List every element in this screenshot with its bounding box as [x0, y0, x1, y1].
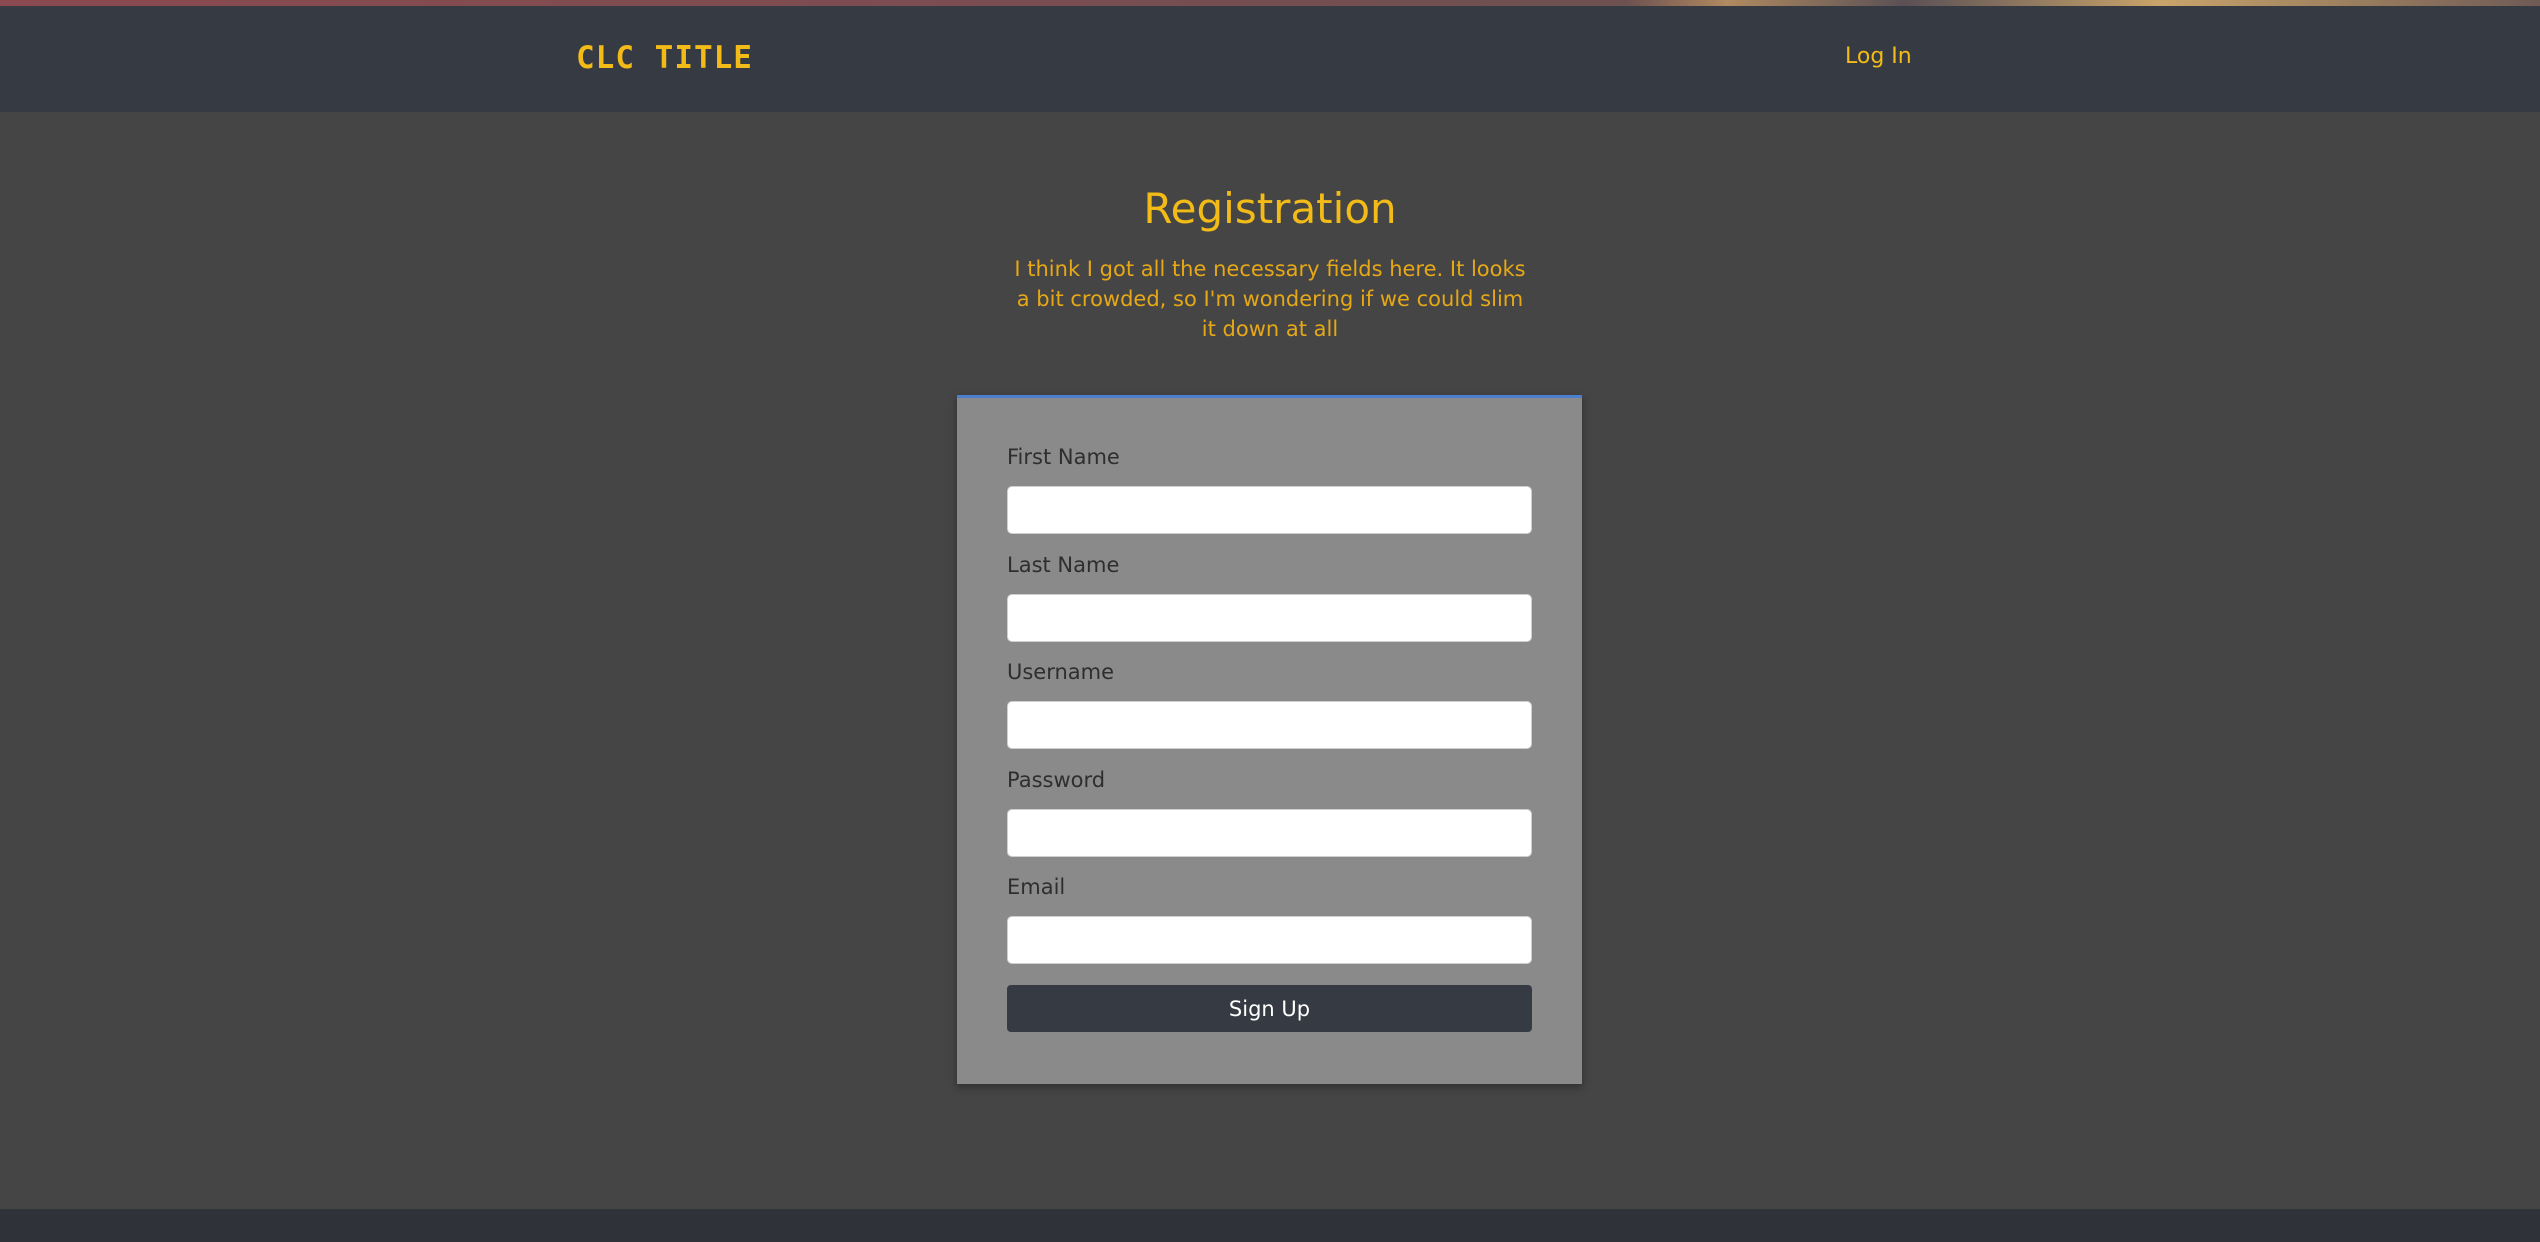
- brand-logo[interactable]: CLC TITLE: [576, 40, 753, 76]
- registration-form: First Name Last Name Username Password E…: [957, 395, 1582, 1084]
- last-name-label: Last Name: [1007, 553, 1120, 577]
- email-field[interactable]: [1007, 916, 1532, 964]
- email-label: Email: [1007, 875, 1066, 899]
- sign-up-button[interactable]: Sign Up: [1007, 985, 1532, 1032]
- main-content: Registration I think I got all the neces…: [0, 112, 2540, 1209]
- footer: [0, 1209, 2540, 1242]
- page-title: Registration: [1143, 184, 1397, 233]
- password-label: Password: [1007, 768, 1106, 792]
- username-field[interactable]: [1007, 701, 1532, 749]
- username-label: Username: [1007, 660, 1115, 684]
- first-name-field[interactable]: [1007, 486, 1532, 534]
- page-subtitle: I think I got all the necessary fields h…: [1014, 257, 1526, 341]
- navbar: CLC TITLE Log In: [0, 6, 2540, 112]
- login-link[interactable]: Log In: [1845, 44, 1912, 69]
- last-name-field[interactable]: [1007, 594, 1532, 642]
- password-field[interactable]: [1007, 809, 1532, 857]
- first-name-label: First Name: [1007, 445, 1120, 469]
